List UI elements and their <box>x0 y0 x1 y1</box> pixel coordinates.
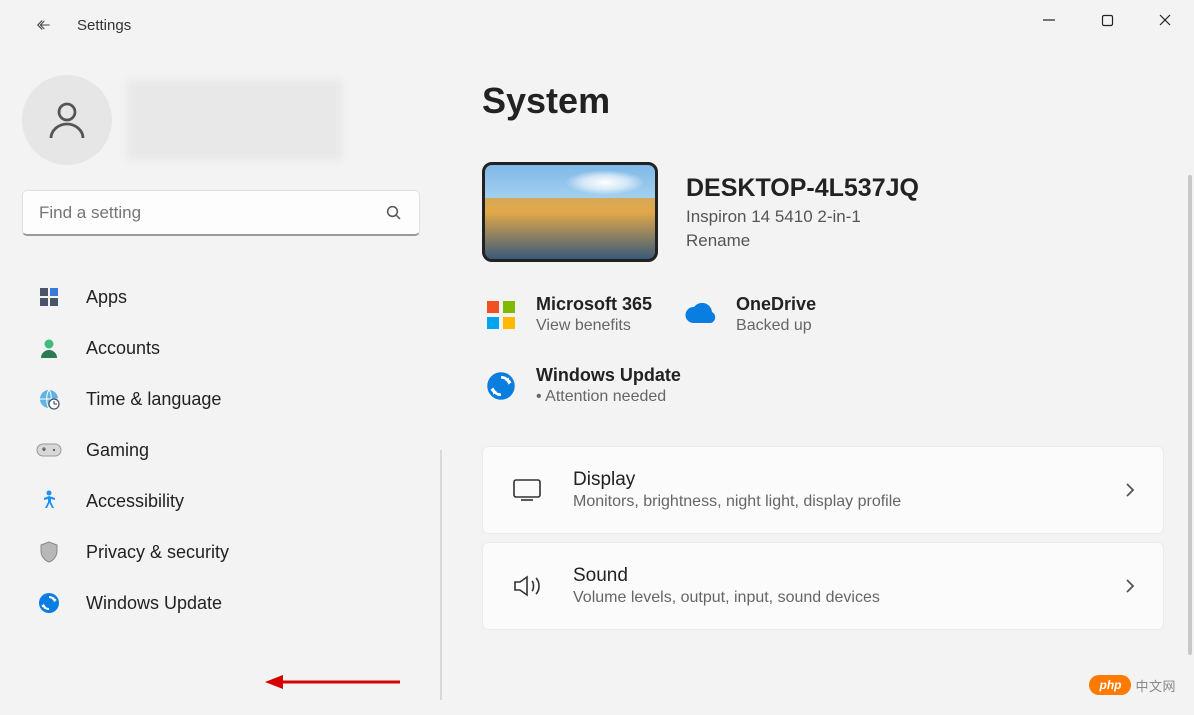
onedrive-icon <box>682 296 720 334</box>
sidebar-item-privacy-security[interactable]: Privacy & security <box>22 531 442 573</box>
annotation-arrow <box>265 672 400 692</box>
sidebar-item-label: Windows Update <box>86 593 222 614</box>
maximize-icon <box>1101 14 1114 27</box>
app-title: Settings <box>77 17 131 34</box>
back-button[interactable] <box>22 5 62 45</box>
accounts-icon <box>34 333 64 363</box>
sidebar-item-label: Gaming <box>86 440 149 461</box>
sidebar-item-accounts[interactable]: Accounts <box>22 327 442 369</box>
sidebar-item-accessibility[interactable]: Accessibility <box>22 480 442 522</box>
device-wallpaper-thumb[interactable] <box>482 162 658 262</box>
gaming-icon <box>34 435 64 465</box>
apps-icon <box>34 282 64 312</box>
status-card-microsoft-365[interactable]: Microsoft 365 View benefits <box>482 294 652 335</box>
sidebar-item-windows-update[interactable]: Windows Update <box>22 582 442 624</box>
rename-link[interactable]: Rename <box>686 231 919 251</box>
sidebar-item-apps[interactable]: Apps <box>22 276 442 318</box>
setting-desc: Volume levels, output, input, sound devi… <box>573 589 1123 607</box>
microsoft-365-icon <box>482 296 520 334</box>
close-icon <box>1158 13 1172 27</box>
search-input[interactable] <box>39 203 385 223</box>
minimize-button[interactable] <box>1020 0 1078 40</box>
sidebar-item-label: Accounts <box>86 338 160 359</box>
sidebar-item-label: Time & language <box>86 389 221 410</box>
status-title: OneDrive <box>736 294 816 315</box>
status-sub: Attention needed <box>536 388 681 406</box>
page-title: System <box>482 80 1164 122</box>
setting-desc: Monitors, brightness, night light, displ… <box>573 493 1123 511</box>
search-icon <box>385 204 403 222</box>
status-sub: Backed up <box>736 317 816 335</box>
profile-info-redacted <box>127 80 342 160</box>
status-title: Microsoft 365 <box>536 294 652 315</box>
maximize-button[interactable] <box>1078 0 1136 40</box>
sound-icon <box>509 568 545 604</box>
setting-card-display[interactable]: Display Monitors, brightness, night ligh… <box>482 446 1164 534</box>
device-section: DESKTOP-4L537JQ Inspiron 14 5410 2-in-1 … <box>482 162 1164 262</box>
person-icon <box>43 96 91 144</box>
sidebar-item-gaming[interactable]: Gaming <box>22 429 442 471</box>
setting-card-sound[interactable]: Sound Volume levels, output, input, soun… <box>482 542 1164 630</box>
chevron-right-icon <box>1123 480 1137 500</box>
status-sub: View benefits <box>536 317 652 335</box>
sidebar-divider <box>440 450 442 700</box>
status-title: Windows Update <box>536 365 681 386</box>
sidebar-item-label: Apps <box>86 287 127 308</box>
sidebar-item-label: Privacy & security <box>86 542 229 563</box>
device-name: DESKTOP-4L537JQ <box>686 174 919 203</box>
privacy-security-icon <box>34 537 64 567</box>
close-button[interactable] <box>1136 0 1194 40</box>
setting-title: Sound <box>573 565 1123 587</box>
sidebar-item-label: Accessibility <box>86 491 184 512</box>
device-model: Inspiron 14 5410 2-in-1 <box>686 207 919 227</box>
windows-update-icon <box>34 588 64 618</box>
windows-update-status-icon <box>482 367 520 405</box>
profile-section[interactable] <box>22 75 442 165</box>
scrollbar[interactable] <box>1188 175 1192 655</box>
avatar <box>22 75 112 165</box>
sidebar-item-time-language[interactable]: Time & language <box>22 378 442 420</box>
minimize-icon <box>1042 13 1056 27</box>
search-box[interactable] <box>22 190 420 236</box>
time-language-icon <box>34 384 64 414</box>
accessibility-icon <box>34 486 64 516</box>
status-card-windows-update[interactable]: Windows Update Attention needed <box>482 365 1164 406</box>
setting-title: Display <box>573 469 1123 491</box>
status-card-onedrive[interactable]: OneDrive Backed up <box>682 294 816 335</box>
chevron-right-icon <box>1123 576 1137 596</box>
display-icon <box>509 472 545 508</box>
